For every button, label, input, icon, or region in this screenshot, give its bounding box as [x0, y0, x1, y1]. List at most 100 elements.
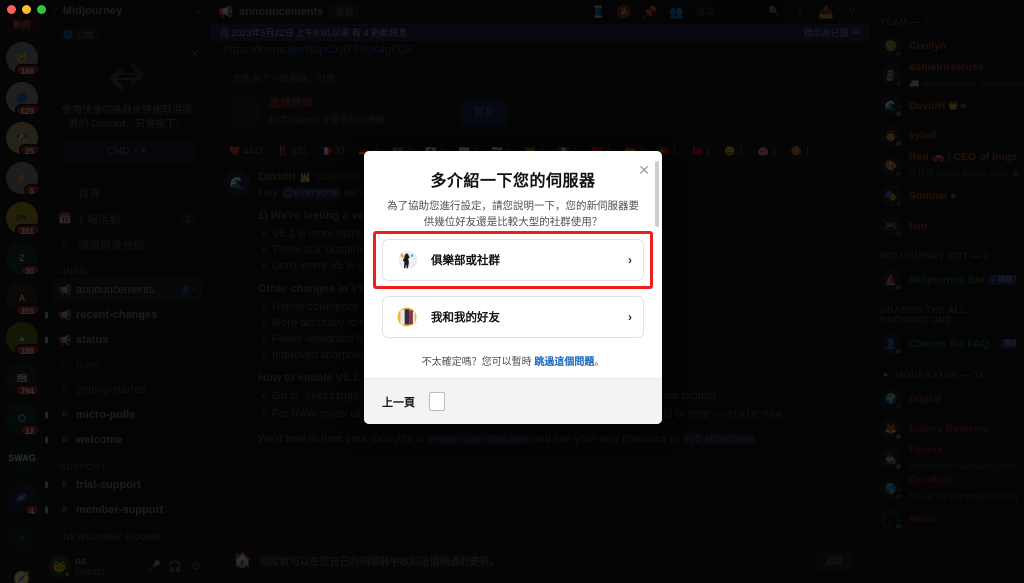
option-club-or-community[interactable]: 俱樂部或社群 ›: [382, 239, 644, 281]
member-row[interactable]: ⛵ Midjourney Bot✓ 機器人: [870, 265, 1024, 295]
member-row[interactable]: 🌍 Digital: [870, 384, 1024, 414]
member-info: kylelf: [909, 130, 1016, 142]
channel-link-showcase[interactable]: #v5-showcase: [681, 433, 756, 445]
add-server-button[interactable]: +: [6, 522, 38, 554]
avatar[interactable]: 🐸: [49, 556, 71, 578]
nav-label: 首頁: [78, 187, 100, 200]
server-icon[interactable]: 🎮 261: [6, 202, 40, 236]
reaction-chip[interactable]: ❤️ 4447: [224, 143, 269, 160]
inbox-icon[interactable]: ⤓: [790, 3, 810, 21]
server-icon[interactable]: 🐱 166: [6, 42, 40, 76]
server-icon[interactable]: Z 30: [6, 242, 40, 276]
greeting-pre: Hey: [258, 187, 281, 199]
follow-channel-button[interactable]: 追蹤: [329, 3, 360, 20]
sidebar-nav-item[interactable]: 📅 1 場活動 1: [52, 206, 202, 231]
quick-switcher-card: ✕ 使用快速切換器來快速取得周遭的 Discord。只需按下： CMD + K: [52, 46, 202, 175]
message-author[interactable]: DavidH: [258, 170, 296, 185]
channel-item[interactable]: # micro-polls: [45, 403, 202, 427]
help-icon[interactable]: ?: [842, 3, 862, 21]
pin-icon[interactable]: 📌: [640, 3, 660, 21]
status-indicator: [894, 169, 903, 178]
channel-category[interactable]: ⌄ INFO: [54, 267, 202, 277]
server-icon[interactable]: 🌌 4: [6, 482, 40, 516]
headset-icon[interactable]: 🎧: [166, 558, 184, 576]
reaction-chip[interactable]: 🇫🇷 33: [315, 143, 350, 160]
channel-category[interactable]: › SUPPORT: [54, 462, 202, 472]
server-icon[interactable]: 🗺 794: [6, 362, 40, 396]
close-window-button[interactable]: [7, 5, 16, 14]
channel-item[interactable]: ☑ rules: [52, 353, 202, 377]
skip-question-link[interactable]: 跳過這個問題: [534, 357, 594, 368]
member-row[interactable]: 🎭 Somnai ◈: [870, 181, 1024, 211]
member-row[interactable]: 🗿 danielrussruss 🚐 semi-available, sometim…: [870, 61, 1024, 91]
status-indicator: [894, 283, 903, 292]
channel-item[interactable]: # newbies-41: [52, 543, 202, 550]
member-row[interactable]: 🌎 Goofball This is the nightmail crossing …: [870, 474, 1024, 504]
server-icon[interactable]: 🔵 629: [6, 82, 40, 116]
sidebar-nav-item[interactable]: ⌂ 首頁: [52, 180, 202, 205]
member-row[interactable]: 👨 kylelf: [870, 121, 1024, 151]
minimize-window-button[interactable]: [22, 5, 31, 14]
search-placeholder: 搜尋: [696, 7, 715, 17]
form-link[interactable]: https://forms.gle/N3pCXjt7T9gK4gFC6: [224, 41, 862, 58]
add-member-icon[interactable]: 👤⁺: [180, 285, 196, 296]
server-header[interactable]: ✓ Midjourney ⌄: [44, 0, 210, 22]
reaction-chip[interactable]: ‼️ 521: [272, 143, 312, 160]
avatar[interactable]: 🌊: [224, 170, 250, 196]
maximize-window-button[interactable]: [37, 5, 46, 14]
close-icon[interactable]: ✕: [638, 163, 650, 177]
server-icon[interactable]: A 255: [6, 282, 40, 316]
member-row[interactable]: 🟢 Cixelyn: [870, 31, 1024, 61]
member-info: Cixelyn: [909, 40, 1016, 52]
channel-item[interactable]: 📢 status: [45, 328, 202, 352]
reaction-chip[interactable]: 😄 1: [719, 143, 749, 160]
explore-servers-icon[interactable]: 🧭: [6, 562, 38, 583]
server-icon[interactable]: ⬡ 12: [6, 402, 40, 436]
option-me-and-my-friends[interactable]: 我和我的好友 ›: [382, 296, 644, 338]
notifications-off-icon[interactable]: 🔕: [614, 3, 634, 21]
channel-link-ideas[interactable]: #ideas-and-features: [427, 433, 530, 445]
search-input[interactable]: 搜尋 🔍: [692, 3, 784, 20]
new-servers-pill[interactable]: 新的: [3, 14, 41, 34]
avatar: 🗿: [880, 65, 903, 88]
server-icon[interactable]: ▲ 288: [6, 322, 40, 356]
mentions-icon[interactable]: 📥: [816, 3, 836, 21]
channel-item[interactable]: # member-support: [45, 498, 202, 522]
microphone-icon[interactable]: 🎤: [145, 558, 163, 576]
unread-badge: 166: [14, 64, 40, 76]
member-row[interactable]: 🌊 DavidH 👑 ◈: [870, 91, 1024, 121]
channel-item[interactable]: # welcome: [45, 428, 202, 452]
channel-item[interactable]: 📢 announcements 👤⁺: [52, 278, 202, 302]
reaction-chip[interactable]: 🐽 1: [752, 143, 782, 160]
member-name: danielrussruss: [909, 60, 984, 73]
option-friends-wrap: 我和我的好友 ›: [382, 296, 644, 338]
modal-scrollbar[interactable]: [655, 161, 659, 227]
reaction-chip[interactable]: 🇹🇼 1: [686, 143, 716, 160]
everyone-mention[interactable]: @everyone: [280, 187, 342, 199]
sidebar-nav-item[interactable]: ⌗ 頻道與身分組: [52, 232, 202, 257]
follow-button[interactable]: 追蹤: [814, 549, 853, 571]
gear-icon[interactable]: ⚙: [187, 558, 205, 576]
members-icon[interactable]: 👥: [666, 3, 686, 21]
server-icon[interactable]: ⚡ 5: [6, 162, 40, 196]
channel-item[interactable]: 📢 recent-changes: [45, 303, 202, 327]
member-row[interactable]: 🎨 Red 🚗 | CEO of bugs ... 正在玩 Visual Studi…: [870, 151, 1024, 181]
member-row[interactable]: 👤 Charon the FAQ...機器人: [870, 329, 1024, 359]
member-row[interactable]: 🏞 kav2k: [870, 504, 1024, 534]
threads-icon[interactable]: 🧵: [588, 3, 608, 21]
back-button[interactable]: 上一頁: [382, 394, 415, 410]
channel-category[interactable]: ⌄ NEWCOMER ROOMS: [54, 532, 202, 542]
quick-switcher-shortcut[interactable]: CMD + K: [58, 139, 196, 164]
member-row[interactable]: 🦊 Eojin's Reviews: [870, 414, 1024, 444]
member-row[interactable]: 🧙 Feonix https://docs.midjourney.com/: [870, 444, 1024, 474]
mention-button[interactable]: 提及: [461, 98, 507, 126]
mark-as-read-button[interactable]: 標示為已讀 ✉: [803, 26, 860, 39]
server-icon[interactable]: SWAG: [6, 442, 38, 474]
channel-item[interactable]: # trial-support: [45, 473, 202, 497]
member-name: twn: [909, 219, 928, 232]
member-row[interactable]: 🎮 twn: [870, 211, 1024, 241]
reaction-chip[interactable]: 🍪 1: [785, 143, 816, 160]
server-icon[interactable]: 🐶 25: [6, 122, 40, 156]
channel-item[interactable]: # getting-started: [52, 378, 202, 402]
category-label: NEWCOMER ROOMS: [63, 532, 162, 542]
